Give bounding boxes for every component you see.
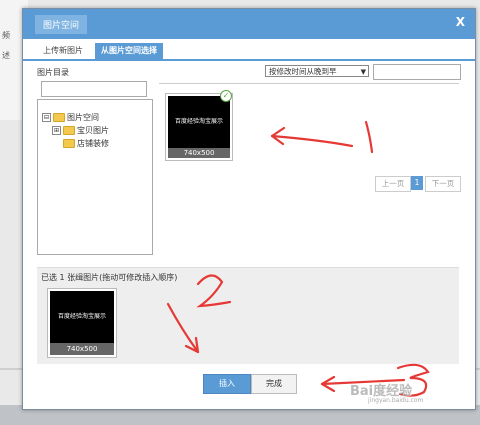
- annotation-number-2: [196, 274, 232, 308]
- annotation-number-1: [364, 120, 374, 154]
- watermark-url: jingyan.baidu.com: [368, 397, 424, 404]
- annotation-arrow-1: [270, 134, 354, 148]
- annotation-arrow-2: [166, 302, 200, 354]
- annotation-layer: [166, 120, 430, 397]
